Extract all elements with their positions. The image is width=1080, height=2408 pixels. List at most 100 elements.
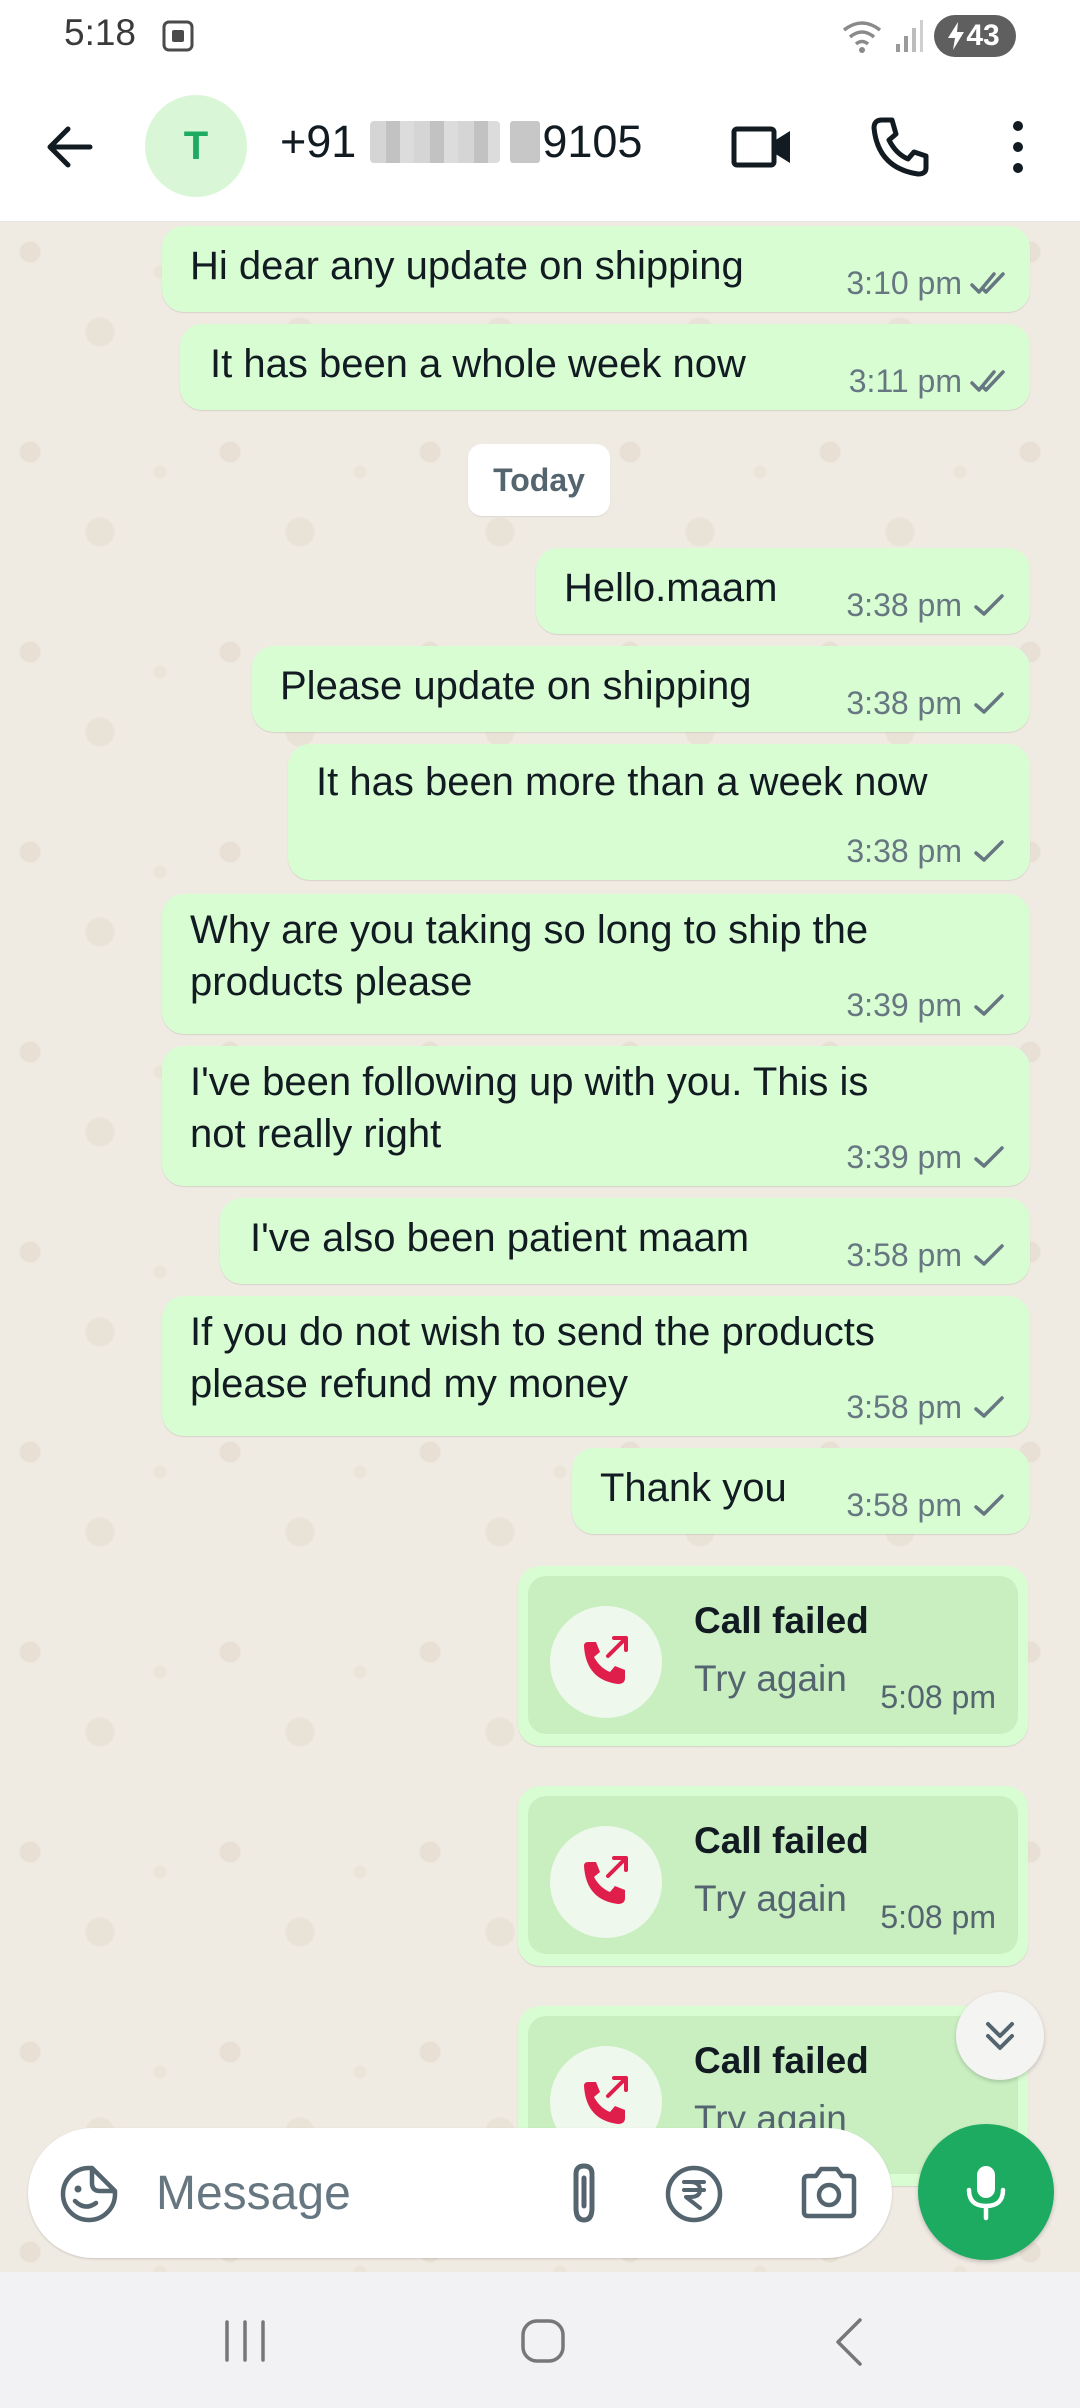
microphone-icon bbox=[966, 2166, 1006, 2221]
message-meta: 3:38 pm bbox=[846, 587, 1008, 624]
message-meta: 3:38 pm bbox=[846, 833, 1008, 870]
call-status-title: Call failed bbox=[694, 1600, 869, 1641]
video-call-icon[interactable] bbox=[730, 117, 794, 177]
double-chevron-down-icon bbox=[986, 2022, 1014, 2050]
date-separator: Today bbox=[468, 444, 610, 516]
failed-call-icon bbox=[584, 1856, 628, 1904]
message-time: 3:10 pm bbox=[846, 265, 962, 301]
single-tick-icon bbox=[974, 1243, 1004, 1266]
double-tick-icon bbox=[970, 369, 1005, 392]
redacted-digit bbox=[510, 121, 541, 163]
call-retry-label[interactable]: Try again bbox=[694, 1658, 847, 1700]
message-text-line: not really right bbox=[190, 1112, 442, 1156]
call-failed-bubble[interactable]: Call failed Try again 5:08 pm bbox=[518, 1786, 1028, 1966]
message-time: 3:58 pm bbox=[846, 1237, 962, 1273]
rupee-payment-icon[interactable] bbox=[664, 2164, 724, 2224]
redacted-digits bbox=[370, 121, 501, 163]
message-bubble[interactable]: I've been following up with you. This is… bbox=[162, 1046, 1030, 1186]
failed-call-icon bbox=[584, 2076, 628, 2124]
avatar-letter: T bbox=[183, 123, 209, 168]
message-meta: 3:39 pm bbox=[846, 987, 1008, 1024]
single-tick-icon bbox=[974, 993, 1004, 1016]
single-tick-icon bbox=[974, 839, 1004, 862]
single-tick-icon bbox=[974, 1493, 1004, 1516]
message-bubble[interactable]: Why are you taking so long to ship the p… bbox=[162, 894, 1030, 1034]
single-tick-icon bbox=[974, 691, 1004, 714]
message-meta: 3:11 pm bbox=[849, 363, 1008, 400]
message-text-line: I've been following up with you. This is bbox=[190, 1060, 869, 1104]
recent-apps-icon[interactable] bbox=[215, 2318, 275, 2364]
chat-area[interactable]: Hi dear any update on shipping 3:10 pm I… bbox=[0, 222, 1080, 2272]
message-text: It has been a whole week now bbox=[210, 342, 746, 386]
contact-prefix: +91 bbox=[280, 116, 357, 167]
message-bubble[interactable]: Hello.maam 3:38 pm bbox=[536, 548, 1030, 634]
message-time: 3:58 pm bbox=[846, 1389, 962, 1425]
call-time: 5:08 pm bbox=[880, 1679, 996, 1715]
message-bubble[interactable]: It has been a whole week now 3:11 pm bbox=[180, 324, 1030, 410]
message-time: 3:11 pm bbox=[848, 363, 962, 399]
message-bubble[interactable]: Please update on shipping 3:38 pm bbox=[252, 646, 1030, 732]
message-input[interactable] bbox=[156, 2158, 516, 2228]
message-meta: 3:10 pm bbox=[846, 265, 1008, 302]
chat-header: T +91 9105 bbox=[0, 72, 1080, 222]
status-time: 5:18 bbox=[64, 12, 137, 53]
contact-avatar[interactable]: T bbox=[145, 95, 247, 197]
call-card[interactable]: Call failed Try again 5:08 pm bbox=[528, 1796, 1018, 1954]
status-indicators: 43 bbox=[840, 14, 1016, 58]
message-time: 3:58 pm bbox=[846, 1487, 962, 1523]
message-bubble[interactable]: If you do not wish to send the products … bbox=[162, 1296, 1030, 1436]
message-text: Hello.maam bbox=[564, 566, 778, 610]
message-bubble[interactable]: It has been more than a week now 3:38 pm bbox=[288, 744, 1030, 880]
message-time: 3:39 pm bbox=[846, 1139, 962, 1175]
single-tick-icon bbox=[974, 1145, 1004, 1168]
call-status-title: Call failed bbox=[694, 2040, 869, 2081]
camera-icon[interactable] bbox=[798, 2164, 860, 2222]
double-tick-icon bbox=[970, 271, 1005, 294]
message-text: Please update on shipping bbox=[280, 664, 752, 708]
message-meta: 3:58 pm bbox=[846, 1389, 1008, 1426]
message-time: 3:38 pm bbox=[846, 685, 962, 721]
message-meta: 3:39 pm bbox=[846, 1139, 1008, 1176]
message-time: 3:38 pm bbox=[846, 833, 962, 869]
call-time: 5:08 pm bbox=[880, 1899, 996, 1935]
message-text-line: Why are you taking so long to ship the bbox=[190, 908, 869, 952]
status-bar: 5:18 43 bbox=[0, 0, 1080, 72]
message-text: It has been more than a week now bbox=[316, 760, 928, 804]
wifi-icon bbox=[842, 21, 882, 53]
message-text: Hi dear any update on shipping bbox=[190, 244, 744, 288]
call-status-title: Call failed bbox=[694, 1820, 869, 1861]
message-meta: 3:58 pm bbox=[846, 1237, 1008, 1274]
call-failed-bubble[interactable]: Call failed Try again 5:08 pm bbox=[518, 1566, 1028, 1746]
message-time: 3:39 pm bbox=[846, 987, 962, 1023]
battery-indicator: 43 bbox=[934, 15, 1016, 57]
message-text-line: please refund my money bbox=[190, 1362, 629, 1406]
single-tick-icon bbox=[974, 593, 1004, 616]
charging-icon bbox=[948, 22, 965, 50]
failed-call-icon bbox=[584, 1636, 628, 1684]
missed-call-icon-wrap bbox=[550, 1606, 662, 1718]
more-options-icon[interactable] bbox=[1000, 116, 1036, 178]
battery-level: 43 bbox=[966, 19, 1000, 52]
signal-icon bbox=[896, 20, 923, 52]
call-retry-label[interactable]: Try again bbox=[694, 1878, 847, 1920]
contact-name[interactable]: +91 9105 bbox=[280, 116, 642, 168]
call-card[interactable]: Call failed Try again 5:08 pm bbox=[528, 1576, 1018, 1734]
message-text-line: If you do not wish to send the products bbox=[190, 1310, 875, 1354]
message-bubble[interactable]: I've also been patient maam 3:58 pm bbox=[220, 1198, 1030, 1284]
voice-message-button[interactable] bbox=[918, 2124, 1054, 2260]
screen-record-icon bbox=[162, 20, 194, 52]
voice-call-icon[interactable] bbox=[868, 114, 930, 178]
sticker-emoji-icon[interactable] bbox=[58, 2163, 120, 2225]
contact-suffix: 9105 bbox=[542, 116, 643, 167]
nav-back-icon[interactable] bbox=[830, 2316, 866, 2368]
home-icon[interactable] bbox=[518, 2316, 568, 2366]
message-bubble[interactable]: Thank you 3:58 pm bbox=[572, 1448, 1030, 1534]
paperclip-icon[interactable] bbox=[558, 2162, 612, 2226]
single-tick-icon bbox=[974, 1395, 1004, 1418]
back-arrow-icon[interactable] bbox=[40, 117, 100, 177]
message-meta: 3:58 pm bbox=[846, 1487, 1008, 1524]
message-bubble[interactable]: Hi dear any update on shipping 3:10 pm bbox=[162, 226, 1030, 312]
message-time: 3:38 pm bbox=[846, 587, 962, 623]
scroll-to-bottom-button[interactable] bbox=[956, 1992, 1044, 2080]
message-text-line: products please bbox=[190, 960, 473, 1004]
